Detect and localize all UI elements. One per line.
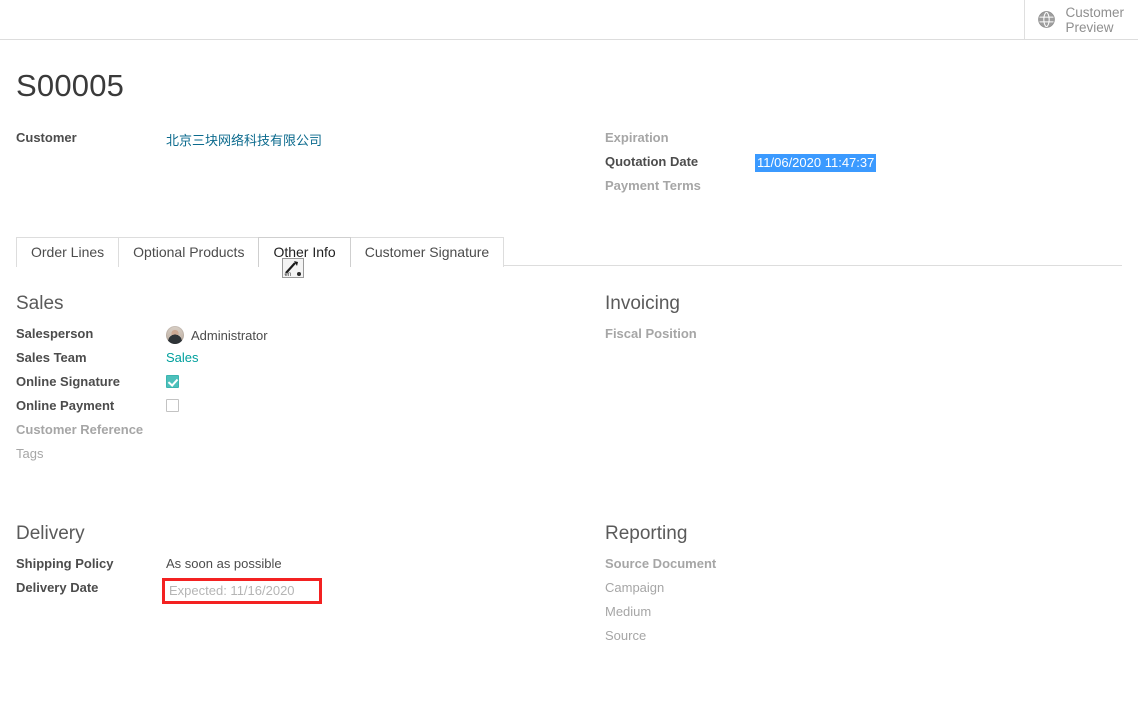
quotation-date-value-cell[interactable]: 11/06/2020 11:47:37	[755, 154, 1122, 178]
header-right-column: Expiration Quotation Date 11/06/2020 11:…	[569, 130, 1122, 202]
customer-value-cell[interactable]: 北京三块网络科技有限公司	[166, 130, 553, 154]
delivery-section-title: Delivery	[16, 523, 85, 544]
field-row-customer-reference: Customer Reference	[16, 422, 553, 446]
payment-terms-label: Payment Terms	[605, 178, 701, 193]
field-row-shipping-policy: Shipping Policy As soon as possible	[16, 556, 553, 580]
tab-other-info[interactable]: Other Info	[258, 237, 351, 268]
field-row-tags: Tags	[16, 446, 553, 470]
source-label: Source	[605, 628, 647, 643]
sales-team-label: Sales Team	[16, 350, 87, 365]
page-title: S00005	[16, 68, 125, 103]
fiscal-position-label: Fiscal Position	[605, 326, 697, 341]
online-signature-checkbox[interactable]	[166, 375, 179, 388]
salesperson-label: Salesperson	[16, 326, 94, 341]
delivery-reporting-group: Delivery Shipping Policy As soon as poss…	[16, 522, 1122, 652]
customer-preview-button[interactable]: Customer Preview	[1024, 0, 1138, 39]
customer-reference-label: Customer Reference	[16, 422, 144, 437]
sales-block: Sales Salesperson Administrator Sales Te…	[16, 292, 569, 470]
source-document-value[interactable]	[755, 556, 1122, 580]
medium-label: Medium	[605, 604, 652, 619]
online-signature-value-cell[interactable]	[166, 374, 553, 398]
sales-team-value-cell[interactable]: Sales	[166, 350, 553, 374]
field-row-medium: Medium	[605, 604, 1122, 628]
source-value[interactable]	[755, 628, 1122, 652]
header-left-column: Customer 北京三块网络科技有限公司	[16, 130, 569, 202]
fiscal-position-value[interactable]	[755, 326, 1122, 350]
tab-optional-products-label: Optional Products	[133, 244, 245, 260]
field-row-payment-terms: Payment Terms	[605, 178, 1122, 202]
tab-order-lines-label: Order Lines	[31, 244, 105, 260]
field-row-fiscal-position: Fiscal Position	[605, 326, 1122, 350]
field-row-campaign: Campaign	[605, 580, 1122, 604]
online-payment-label: Online Payment	[16, 398, 115, 413]
header-field-group: Customer 北京三块网络科技有限公司 Expiration Quotati…	[16, 130, 1122, 202]
campaign-label: Campaign	[605, 580, 665, 595]
field-row-online-signature: Online Signature	[16, 374, 553, 398]
avatar	[166, 326, 184, 344]
field-row-delivery-date: Delivery Date Expected: 11/16/2020	[16, 578, 553, 606]
globe-icon	[1037, 10, 1056, 29]
expiration-value[interactable]	[755, 130, 1122, 154]
payment-terms-value[interactable]	[755, 178, 1122, 202]
expiration-label: Expiration	[605, 130, 669, 145]
sales-team-value[interactable]: Sales	[166, 350, 199, 365]
online-payment-checkbox[interactable]	[166, 399, 179, 412]
field-row-sales-team: Sales Team Sales	[16, 350, 553, 374]
delivery-date-value-cell[interactable]: Expected: 11/16/2020	[162, 578, 553, 606]
sales-invoicing-group: Sales Salesperson Administrator Sales Te…	[16, 292, 1122, 470]
quotation-date-label: Quotation Date	[605, 154, 699, 169]
tab-customer-signature-label: Customer Signature	[364, 244, 490, 260]
customer-preview-label: Customer Preview	[1065, 4, 1124, 35]
field-row-customer: Customer 北京三块网络科技有限公司	[16, 130, 553, 154]
field-row-source: Source	[605, 628, 1122, 652]
campaign-value[interactable]	[755, 580, 1122, 604]
delivery-block: Delivery Shipping Policy As soon as poss…	[16, 522, 569, 652]
record-sheet: S00005 Customer 北京三块网络科技有限公司 Expiration	[0, 68, 1138, 718]
tab-optional-products[interactable]: Optional Products	[118, 237, 260, 267]
customer-value[interactable]: 北京三块网络科技有限公司	[166, 133, 322, 148]
tab-list: Order Lines Optional Products Other Info…	[16, 236, 1122, 268]
sales-section-title: Sales	[16, 293, 64, 314]
tags-label: Tags	[16, 446, 44, 461]
source-document-label: Source Document	[605, 556, 717, 571]
online-signature-label: Online Signature	[16, 374, 121, 389]
field-row-online-payment: Online Payment	[16, 398, 553, 422]
delivery-date-placeholder: Expected: 11/16/2020	[169, 583, 295, 598]
customer-reference-value[interactable]	[166, 422, 553, 446]
online-payment-value-cell[interactable]	[166, 398, 553, 422]
quotation-date-value[interactable]: 11/06/2020 11:47:37	[755, 154, 877, 172]
shipping-policy-label: Shipping Policy	[16, 556, 114, 571]
field-row-expiration: Expiration	[605, 130, 1122, 154]
delivery-date-input[interactable]: Expected: 11/16/2020	[162, 578, 322, 604]
tags-value[interactable]	[166, 446, 553, 470]
tab-order-lines[interactable]: Order Lines	[16, 237, 120, 267]
field-row-source-document: Source Document	[605, 556, 1122, 580]
svg-text:en: en	[285, 272, 292, 278]
delivery-date-label: Delivery Date	[16, 580, 99, 595]
reporting-block: Reporting Source Document Campaign Mediu…	[569, 522, 1122, 652]
invoicing-section-title: Invoicing	[605, 293, 680, 314]
reporting-section-title: Reporting	[605, 523, 688, 544]
field-row-quotation-date: Quotation Date 11/06/2020 11:47:37	[605, 154, 1122, 178]
field-row-salesperson: Salesperson Administrator	[16, 326, 553, 350]
customer-label: Customer	[16, 130, 77, 145]
medium-value[interactable]	[755, 604, 1122, 628]
salesperson-value[interactable]: Administrator	[191, 328, 268, 343]
invoicing-block: Invoicing Fiscal Position	[569, 292, 1122, 470]
salesperson-value-cell[interactable]: Administrator	[166, 326, 553, 350]
tab-customer-signature[interactable]: Customer Signature	[349, 237, 505, 267]
notebook: Order Lines Optional Products Other Info…	[16, 236, 1122, 278]
shipping-policy-value[interactable]: As soon as possible	[166, 556, 553, 580]
stat-button-bar: Customer Preview	[0, 0, 1138, 40]
ime-cursor-icon: en	[282, 258, 304, 278]
